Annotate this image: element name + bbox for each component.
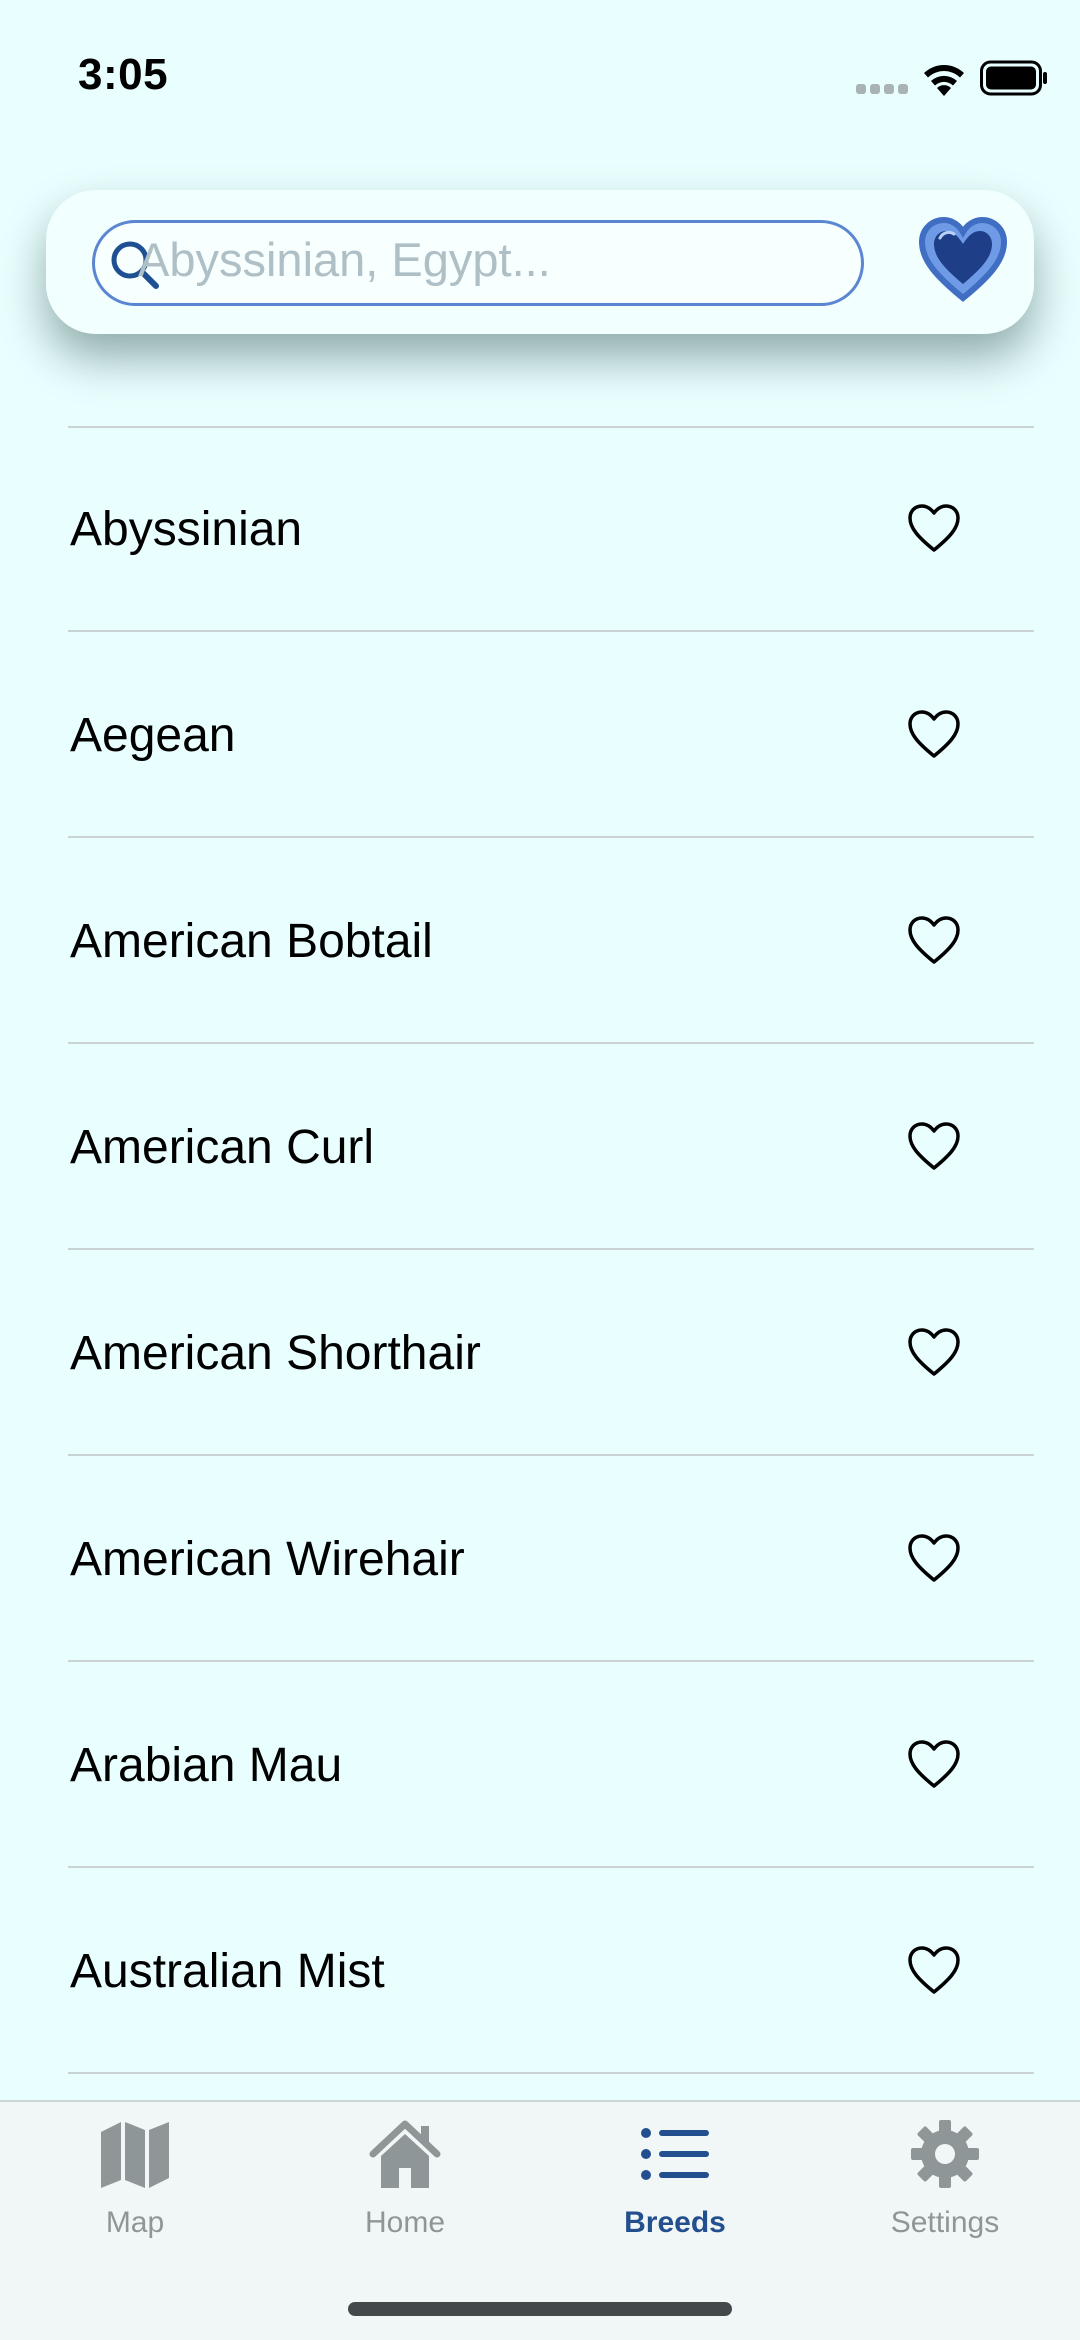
screen: 3:05 Abyssinian, Egypt... Abyssinian Aeg… <box>0 0 1080 2340</box>
tab-settings[interactable]: Settings <box>810 2102 1080 2252</box>
status-bar: 3:05 <box>0 0 1080 150</box>
heart-outline-icon[interactable] <box>906 708 962 760</box>
heart-outline-icon[interactable] <box>906 1944 962 1996</box>
battery-icon <box>980 60 1047 96</box>
breed-row[interactable]: Abyssinian <box>0 426 1080 632</box>
tab-map[interactable]: Map <box>0 2102 270 2252</box>
breed-name: Australian Mist <box>70 1945 385 1998</box>
breed-row[interactable]: American Curl <box>0 1044 1080 1250</box>
breed-row[interactable]: Australian Mist <box>0 1868 1080 2074</box>
breed-name: Arabian Mau <box>70 1739 343 1792</box>
heart-outline-icon[interactable] <box>906 914 962 966</box>
tab-label: Map <box>105 2206 165 2239</box>
heart-outline-icon[interactable] <box>906 502 962 554</box>
breed-row[interactable]: American Shorthair <box>0 1250 1080 1456</box>
breed-name: Aegean <box>70 709 236 762</box>
search-placeholder: Abyssinian, Egypt... <box>138 233 551 286</box>
heart-filled-icon <box>918 216 1008 302</box>
house-icon <box>369 2120 441 2188</box>
heart-outline-icon[interactable] <box>906 1326 962 1378</box>
map-icon <box>101 2122 169 2188</box>
tab-label: Home <box>364 2206 446 2239</box>
breed-name: Abyssinian <box>70 503 303 556</box>
breed-name: American Wirehair <box>70 1533 465 1586</box>
home-indicator <box>348 2302 732 2316</box>
heart-outline-icon[interactable] <box>906 1738 962 1790</box>
breed-name: American Shorthair <box>70 1327 481 1380</box>
gear-icon <box>911 2120 979 2188</box>
favorites-filter-button[interactable] <box>916 214 1010 306</box>
breed-row[interactable]: American Bobtail <box>0 838 1080 1044</box>
heart-outline-icon[interactable] <box>906 1532 962 1584</box>
breed-name: American Curl <box>70 1121 375 1174</box>
tab-home[interactable]: Home <box>270 2102 540 2252</box>
status-time: 3:05 <box>78 50 169 99</box>
cellular-signal-icon <box>856 84 908 96</box>
tab-breeds[interactable]: Breeds <box>540 2102 810 2252</box>
breed-row[interactable]: American Wirehair <box>0 1456 1080 1662</box>
list-icon <box>641 2128 709 2180</box>
heart-outline-icon[interactable] <box>906 1120 962 1172</box>
breed-name: American Bobtail <box>70 915 433 968</box>
wifi-icon <box>924 65 964 96</box>
breed-list: Abyssinian Aegean American Bobtail Ameri… <box>0 426 1080 2074</box>
breed-row[interactable]: Arabian Mau <box>0 1662 1080 1868</box>
breed-row[interactable]: Aegean <box>0 632 1080 838</box>
tab-label: Settings <box>890 2206 1000 2239</box>
tab-label: Breeds <box>624 2206 726 2239</box>
